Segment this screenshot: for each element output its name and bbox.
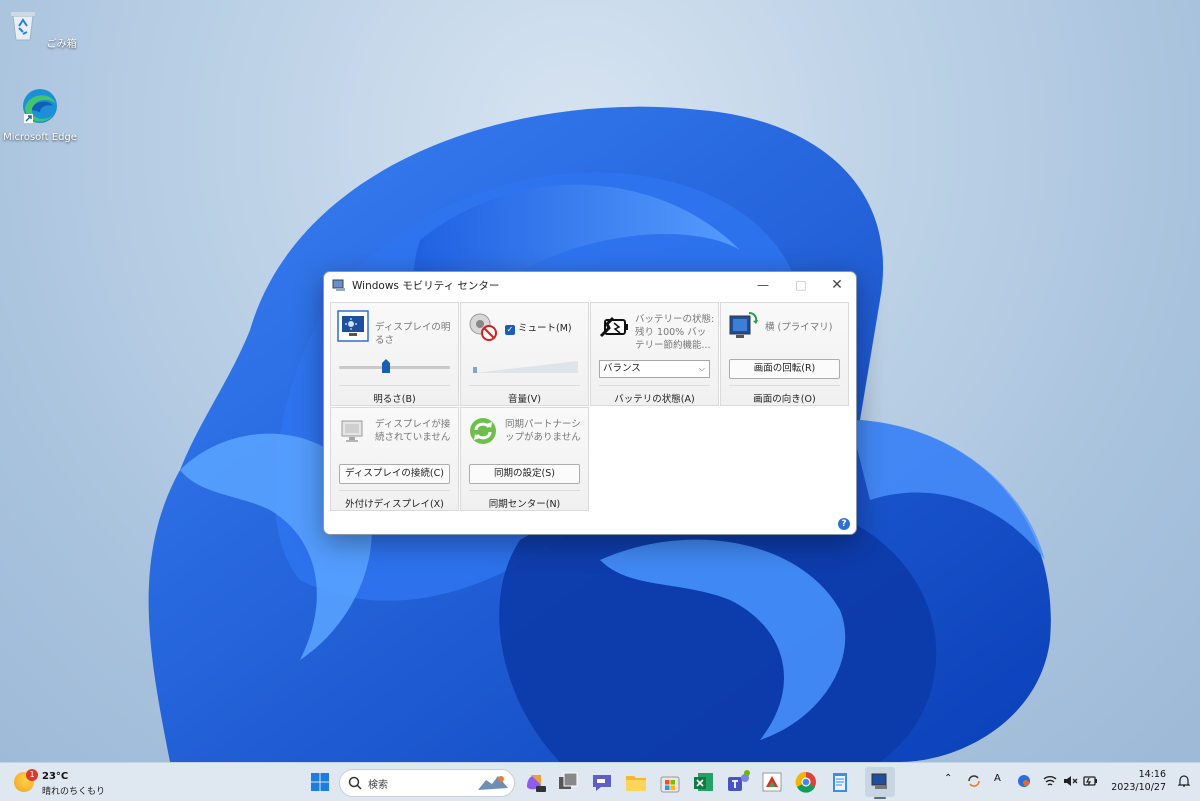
battery-charging-icon[interactable] xyxy=(1082,773,1098,789)
clock-date: 2023/10/27 xyxy=(1111,782,1166,793)
active-app-indicator xyxy=(874,797,886,799)
edge-shortcut[interactable]: Microsoft Edge xyxy=(3,86,77,143)
chrome-icon[interactable] xyxy=(791,767,821,797)
mute-checkbox[interactable]: ✓ ミュート(M) xyxy=(505,320,572,335)
teams-icon[interactable] xyxy=(723,767,753,797)
orientation-tile: 横 (プライマリ) 画面の回転(R) 画面の向き(O) xyxy=(720,302,849,406)
battery-status-text: バッテリーの状態: 残り 100% バッテリー節約機能... xyxy=(635,314,715,351)
separator xyxy=(599,385,710,386)
external-monitor-icon[interactable] xyxy=(337,415,369,447)
recycle-bin-shortcut[interactable]: ごみ箱 xyxy=(3,4,77,50)
external-display-tile: ディスプレイが接続されていません ディスプレイの接続(C) 外付けディスプレイ(… xyxy=(330,407,459,511)
sync-text: 同期パートナーシップがありません xyxy=(505,419,581,443)
separator xyxy=(339,385,450,386)
weather-description: 晴れのちくもり xyxy=(42,787,106,797)
start-icon[interactable] xyxy=(305,767,335,797)
search-icon xyxy=(348,776,362,790)
window-title: Windows モビリティ センター xyxy=(352,280,500,292)
speaker-muted-icon[interactable] xyxy=(467,310,499,342)
recycle-bin-label: ごみ箱 xyxy=(46,39,77,50)
sync-caption: 同期センター(N) xyxy=(488,499,561,510)
mobility-center-taskbar-icon[interactable] xyxy=(865,767,895,797)
separator xyxy=(729,385,840,386)
volume-tile: ✓ ミュート(M) 音量(V) xyxy=(460,302,589,406)
remote-app-icon[interactable] xyxy=(757,767,787,797)
maximize-button[interactable]: □ xyxy=(782,272,820,298)
weather-widget[interactable]: 1 23°C 晴れのちくもり xyxy=(14,767,124,797)
copilot-icon[interactable] xyxy=(519,767,549,797)
sync-center-tile: 同期パートナーシップがありません 同期の設定(S) 同期センター(N) xyxy=(460,407,589,511)
taskbar: 1 23°C 晴れのちくもり 検索 ⌃ A 14:16 2023/10/27 xyxy=(0,762,1200,801)
minimize-button[interactable]: — xyxy=(744,272,782,298)
battery-tile: バッテリーの状態: 残り 100% バッテリー節約機能... バランス ⌵ バッ… xyxy=(590,302,719,406)
battery-plug-icon[interactable] xyxy=(597,310,629,342)
volume-caption: 音量(V) xyxy=(508,394,541,405)
sync-icon[interactable] xyxy=(467,415,499,447)
store-icon[interactable] xyxy=(655,767,685,797)
power-plan-value: バランス xyxy=(603,363,641,374)
volume-muted-icon[interactable] xyxy=(1062,773,1078,789)
excel-icon[interactable] xyxy=(689,767,719,797)
chevron-down-icon: ⌵ xyxy=(698,364,705,373)
teams-chat-icon[interactable] xyxy=(587,767,617,797)
rotate-screen-button[interactable]: 画面の回転(R) xyxy=(729,359,840,379)
orientation-caption: 画面の向き(O) xyxy=(753,394,816,405)
display-brightness-icon[interactable] xyxy=(337,310,369,342)
search-placeholder: 検索 xyxy=(368,780,388,791)
external-display-caption: 外付けディスプレイ(X) xyxy=(345,499,444,510)
mute-check-icon: ✓ xyxy=(505,325,515,335)
clock-time: 14:16 xyxy=(1138,769,1166,780)
sync-status-icon[interactable] xyxy=(966,773,982,789)
system-tray: ⌃ A 14:16 2023/10/27 xyxy=(930,763,1200,801)
screen-rotation-icon[interactable] xyxy=(727,310,759,342)
brightness-label: ディスプレイの明るさ xyxy=(375,322,451,346)
recycle-bin-icon xyxy=(11,12,36,41)
notepad-icon[interactable] xyxy=(825,767,855,797)
wifi-icon[interactable] xyxy=(1042,773,1058,789)
separator xyxy=(339,490,450,491)
orientation-text: 横 (プライマリ) xyxy=(765,322,833,333)
notification-badge: 1 xyxy=(26,769,38,781)
sync-settings-button[interactable]: 同期の設定(S) xyxy=(469,464,580,484)
brightness-slider-track[interactable] xyxy=(339,366,450,369)
power-plan-dropdown[interactable]: バランス ⌵ xyxy=(599,360,710,378)
help-icon[interactable]: ? xyxy=(838,518,850,530)
edge-label: Microsoft Edge xyxy=(3,132,77,143)
separator xyxy=(469,490,580,491)
notification-bell-icon[interactable] xyxy=(1176,773,1192,789)
ime-indicator[interactable]: A xyxy=(994,773,1001,784)
search-highlight-icon xyxy=(478,776,508,790)
mute-label: ミュート(M) xyxy=(518,323,572,334)
mobility-center-window: Windows モビリティ センター — □ ✕ ディスプレイの明るさ 明るさ(… xyxy=(323,271,857,535)
brightness-caption: 明るさ(B) xyxy=(373,394,416,405)
brightness-tile: ディスプレイの明るさ 明るさ(B) xyxy=(330,302,459,406)
clock[interactable]: 14:16 2023/10/27 xyxy=(1111,768,1166,794)
task-view-icon[interactable] xyxy=(553,767,583,797)
weather-temperature: 23°C xyxy=(42,771,69,782)
separator xyxy=(469,385,580,386)
close-button[interactable]: ✕ xyxy=(818,272,856,298)
connect-display-button[interactable]: ディスプレイの接続(C) xyxy=(339,464,450,484)
brightness-slider-thumb[interactable] xyxy=(382,359,391,373)
taskbar-search[interactable]: 検索 xyxy=(339,769,515,797)
battery-caption: バッテリの状態(A) xyxy=(614,394,695,405)
volume-slider[interactable] xyxy=(473,361,578,373)
external-display-text: ディスプレイが接続されていません xyxy=(375,419,451,443)
chevron-up-icon[interactable]: ⌃ xyxy=(944,773,952,784)
edge-icon xyxy=(23,89,57,123)
copilot-tray-icon[interactable] xyxy=(1016,773,1032,789)
mobility-center-app-icon xyxy=(332,279,345,291)
title-bar[interactable]: Windows モビリティ センター — □ ✕ xyxy=(324,272,856,298)
file-explorer-icon[interactable] xyxy=(621,767,651,797)
